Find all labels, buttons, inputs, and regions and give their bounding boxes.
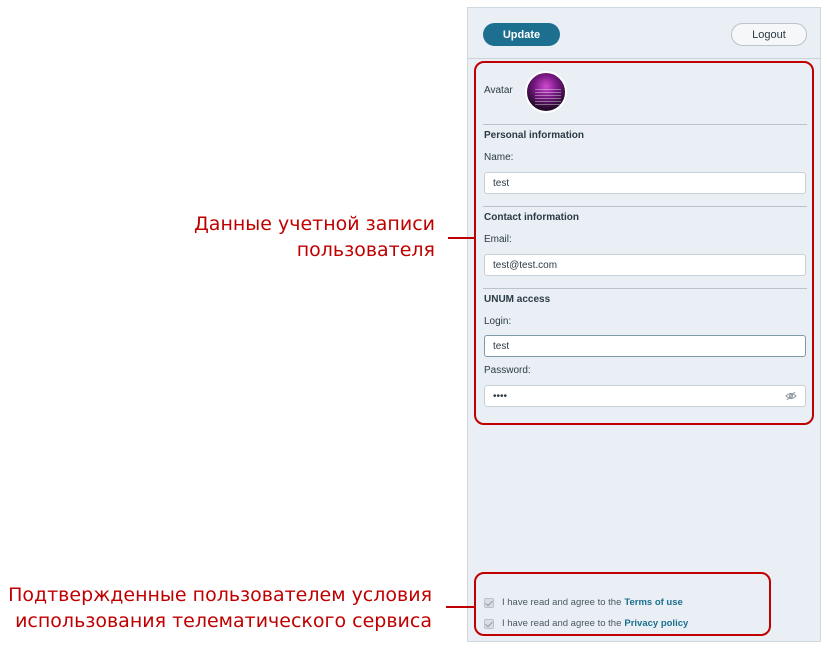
update-button[interactable]: Update — [483, 23, 560, 46]
terms-annotation-line2: использования телематического сервиса — [15, 610, 432, 632]
account-data-highlight — [474, 61, 814, 425]
logout-button[interactable]: Logout — [731, 23, 807, 46]
terms-leader-line — [446, 606, 474, 608]
account-annotation-line2: пользователя — [296, 239, 435, 261]
terms-highlight — [474, 572, 771, 636]
top-bar: Update Logout — [468, 8, 820, 59]
account-annotation-line1: Данные учетной записи — [193, 213, 435, 235]
terms-annotation-line1: Подтвержденные пользователем условия — [8, 584, 432, 606]
account-annotation: Данные учетной записи пользователя — [194, 211, 435, 263]
terms-annotation: Подтвержденные пользователем условия исп… — [8, 582, 432, 634]
account-leader-line — [448, 237, 474, 239]
